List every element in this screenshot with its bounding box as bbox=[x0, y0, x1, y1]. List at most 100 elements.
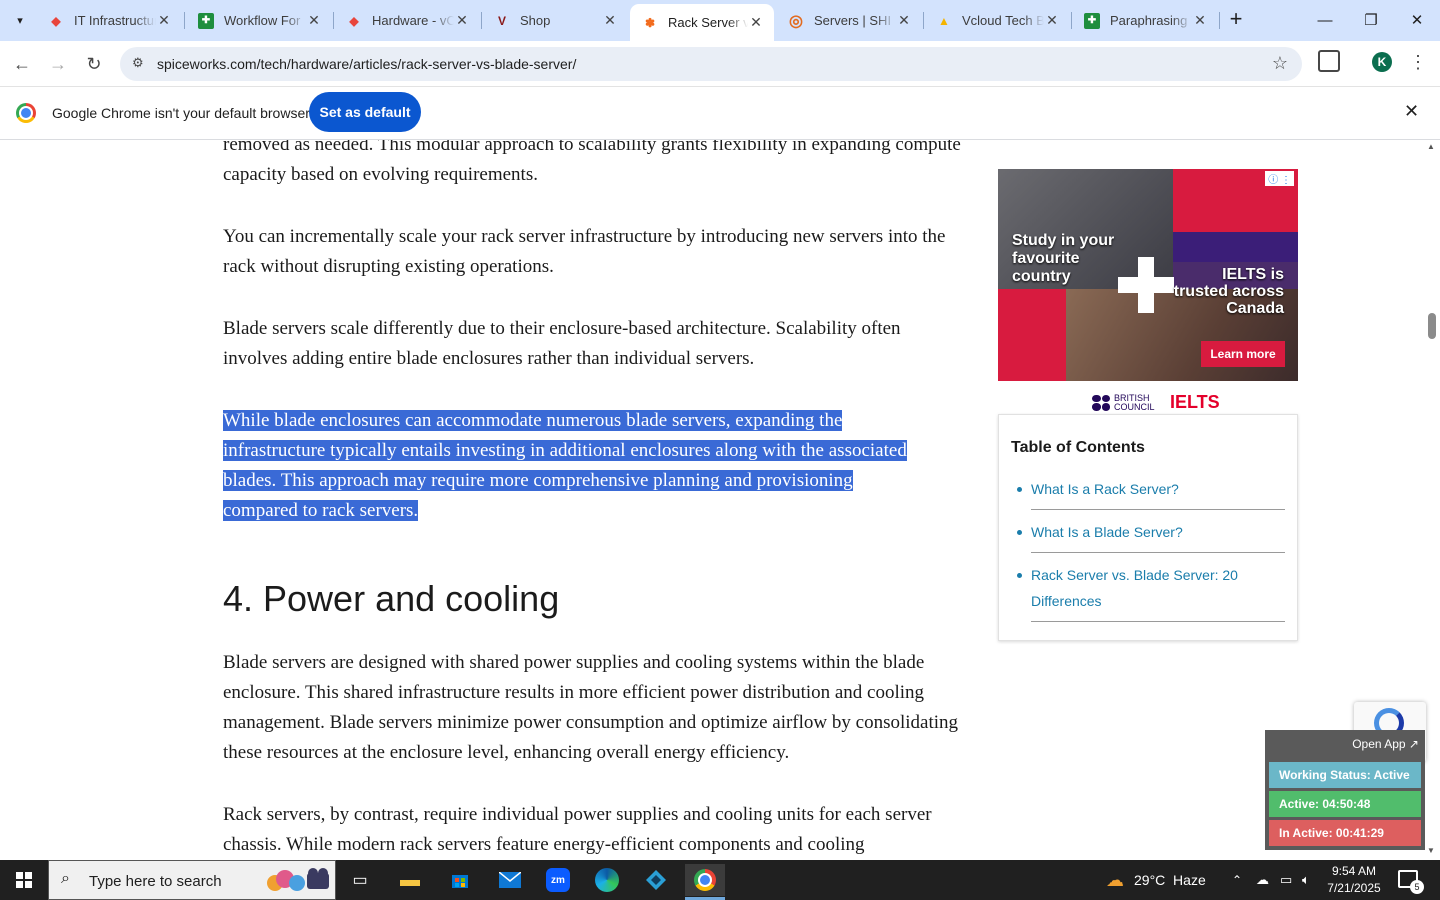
ad-brand-logos: BRITISH COUNCIL IELTS bbox=[1092, 392, 1220, 413]
windows-logo-icon bbox=[16, 872, 32, 888]
app-diamond-icon[interactable] bbox=[636, 864, 676, 896]
restore-button[interactable]: ❐ bbox=[1348, 0, 1394, 40]
network-icon[interactable]: ▭ bbox=[1280, 860, 1292, 900]
article-paragraph: removed as needed. This modular approach… bbox=[223, 140, 961, 185]
ad-block bbox=[998, 289, 1066, 381]
tab-vcloud[interactable]: ▲ Vcloud Tech B ✕ bbox=[924, 4, 1070, 37]
cloud-icon[interactable]: ☁ bbox=[1256, 860, 1269, 900]
windows-taskbar: ⌕ Type here to search ▭ ▬ zm ☁ 29°C Haze… bbox=[0, 860, 1440, 900]
close-icon[interactable]: ✕ bbox=[748, 14, 764, 31]
working-status: Working Status: Active bbox=[1269, 762, 1421, 788]
article-paragraph: Blade servers scale differently due to t… bbox=[223, 318, 901, 369]
table-of-contents: Table of Contents What Is a Rack Server?… bbox=[998, 414, 1298, 641]
chrome-taskbar-icon[interactable] bbox=[685, 864, 725, 900]
search-icon: ⌕ bbox=[61, 870, 70, 887]
file-explorer-icon[interactable]: ▬ bbox=[390, 864, 430, 896]
weather-widget[interactable]: ☁ 29°C Haze bbox=[1106, 860, 1206, 900]
tab-title: Hardware - vC bbox=[372, 13, 454, 28]
tab-shop[interactable]: V Shop ✕ bbox=[482, 4, 628, 37]
system-clock[interactable]: 9:54 AM 7/21/2025 bbox=[1322, 863, 1386, 897]
highlighted-text: infrastructure typically entails investi… bbox=[223, 440, 907, 461]
british-council-logo-icon bbox=[1092, 394, 1110, 411]
toc-link[interactable]: Rack Server vs. Blade Server: 20 Differe… bbox=[1017, 559, 1285, 622]
tab-title: Shop bbox=[520, 13, 551, 28]
ring-icon: ◎ bbox=[789, 12, 803, 30]
selected-paragraph: While blade enclosures can accommodate n… bbox=[223, 406, 963, 526]
infobar-message: Google Chrome isn't your default browser bbox=[52, 105, 310, 121]
highlighted-text: compared to rack servers. bbox=[223, 500, 419, 521]
toc-link[interactable]: What Is a Rack Server? bbox=[1017, 473, 1285, 510]
clock-date: 7/21/2025 bbox=[1327, 881, 1381, 895]
weather-icon: ☁ bbox=[1106, 869, 1124, 890]
forward-button[interactable]: → bbox=[44, 50, 72, 78]
close-icon[interactable]: ✕ bbox=[602, 12, 618, 29]
diamond-red-icon: ◆ bbox=[349, 13, 359, 28]
tab-title: Paraphrasing T bbox=[1110, 13, 1192, 28]
tab-workflow[interactable]: ✚ Workflow For ✕ bbox=[186, 4, 332, 37]
close-icon[interactable]: ✕ bbox=[1192, 12, 1208, 29]
close-icon[interactable]: ✕ bbox=[1404, 101, 1419, 122]
site-info-icon[interactable]: ⚙ bbox=[132, 55, 150, 73]
toc-title: Table of Contents bbox=[1011, 439, 1145, 456]
tab-separator bbox=[184, 12, 185, 29]
close-icon[interactable]: ✕ bbox=[896, 12, 912, 29]
tab-strip: ▾ ◆ IT Infrastructure ✕ ✚ Workflow For ✕… bbox=[0, 0, 1440, 41]
brand-name: BRITISH COUNCIL bbox=[1114, 392, 1155, 412]
spiceworks-icon: ✽ bbox=[644, 15, 656, 30]
scroll-up-arrow-icon[interactable]: ▲ bbox=[1427, 142, 1435, 151]
tab-it-infrastructure[interactable]: ◆ IT Infrastructure ✕ bbox=[36, 4, 182, 37]
clock-time: 9:54 AM bbox=[1331, 864, 1377, 878]
ad-headline: Study in your favourite country bbox=[1012, 232, 1115, 285]
sheets-icon: ✚ bbox=[198, 12, 214, 29]
notification-center-icon[interactable]: 5 bbox=[1398, 870, 1424, 894]
reload-button[interactable]: ↻ bbox=[80, 50, 108, 78]
mail-icon[interactable] bbox=[490, 864, 530, 896]
close-window-button[interactable]: ✕ bbox=[1394, 0, 1440, 40]
task-view-icon[interactable]: ▭ bbox=[340, 864, 380, 896]
browser-toolbar: ← → ↻ ⚙ spiceworks.com/tech/hardware/art… bbox=[0, 41, 1440, 87]
ielts-advertisement[interactable]: Study in your favourite country IELTS is… bbox=[998, 169, 1298, 381]
notification-count: 5 bbox=[1410, 880, 1424, 894]
tab-rack-server[interactable]: ✽ Rack Server vs ✕ bbox=[630, 4, 774, 41]
new-tab-button[interactable]: + bbox=[1224, 8, 1248, 32]
learn-more-button[interactable]: Learn more bbox=[1201, 341, 1285, 367]
default-browser-infobar: Google Chrome isn't your default browser… bbox=[0, 87, 1440, 140]
taskbar-search[interactable]: ⌕ Type here to search bbox=[48, 860, 336, 900]
store-icon[interactable] bbox=[440, 864, 480, 896]
extensions-icon[interactable] bbox=[1318, 50, 1340, 72]
tab-paraphrasing[interactable]: ✚ Paraphrasing T ✕ bbox=[1072, 4, 1218, 37]
toc-list: What Is a Rack Server? What Is a Blade S… bbox=[1017, 473, 1285, 628]
bookmark-star-icon[interactable]: ☆ bbox=[1272, 53, 1288, 74]
tray-chevron-icon[interactable]: ⌃ bbox=[1232, 860, 1242, 900]
toc-link[interactable]: What Is a Blade Server? bbox=[1017, 516, 1285, 553]
ad-tagline: IELTS is trusted across Canada bbox=[1173, 266, 1284, 317]
zoom-icon[interactable]: zm bbox=[538, 864, 578, 896]
close-icon[interactable]: ✕ bbox=[454, 12, 470, 29]
ad-choices-icon[interactable]: ⓘ ⋮ bbox=[1265, 171, 1294, 186]
scroll-down-arrow-icon[interactable]: ▼ bbox=[1427, 846, 1435, 855]
edge-icon[interactable] bbox=[587, 864, 627, 896]
back-button[interactable]: ← bbox=[8, 50, 36, 78]
set-default-button[interactable]: Set as default bbox=[309, 92, 421, 132]
open-app-link[interactable]: Open App ↗ bbox=[1352, 737, 1419, 751]
tab-title: Vcloud Tech B bbox=[962, 13, 1044, 28]
search-highlight-art-icon bbox=[267, 868, 329, 891]
minimize-button[interactable]: — bbox=[1302, 0, 1348, 40]
address-bar[interactable]: ⚙ spiceworks.com/tech/hardware/articles/… bbox=[120, 47, 1302, 81]
section-heading: 4. Power and cooling bbox=[223, 578, 560, 619]
inactive-time: In Active: 00:41:29 bbox=[1269, 820, 1421, 846]
tab-title: Rack Server vs bbox=[668, 15, 748, 30]
tab-search-button[interactable]: ▾ bbox=[6, 7, 34, 33]
tab-servers-shi[interactable]: ◎ Servers | SHI ✕ bbox=[776, 4, 922, 37]
tab-hardware[interactable]: ◆ Hardware - vC ✕ bbox=[334, 4, 480, 37]
volume-icon[interactable]: 🔈︎ bbox=[1302, 860, 1310, 900]
page-scrollbar[interactable] bbox=[1425, 140, 1440, 860]
close-icon[interactable]: ✕ bbox=[1044, 12, 1060, 29]
more-menu-icon[interactable]: ⋮ bbox=[1408, 50, 1428, 74]
article-paragraph: You can incrementally scale your rack se… bbox=[223, 226, 946, 277]
scrollbar-thumb[interactable] bbox=[1428, 313, 1436, 339]
close-icon[interactable]: ✕ bbox=[306, 12, 322, 29]
profile-avatar[interactable]: K bbox=[1372, 52, 1392, 72]
close-icon[interactable]: ✕ bbox=[156, 12, 172, 29]
start-button[interactable] bbox=[0, 860, 48, 900]
